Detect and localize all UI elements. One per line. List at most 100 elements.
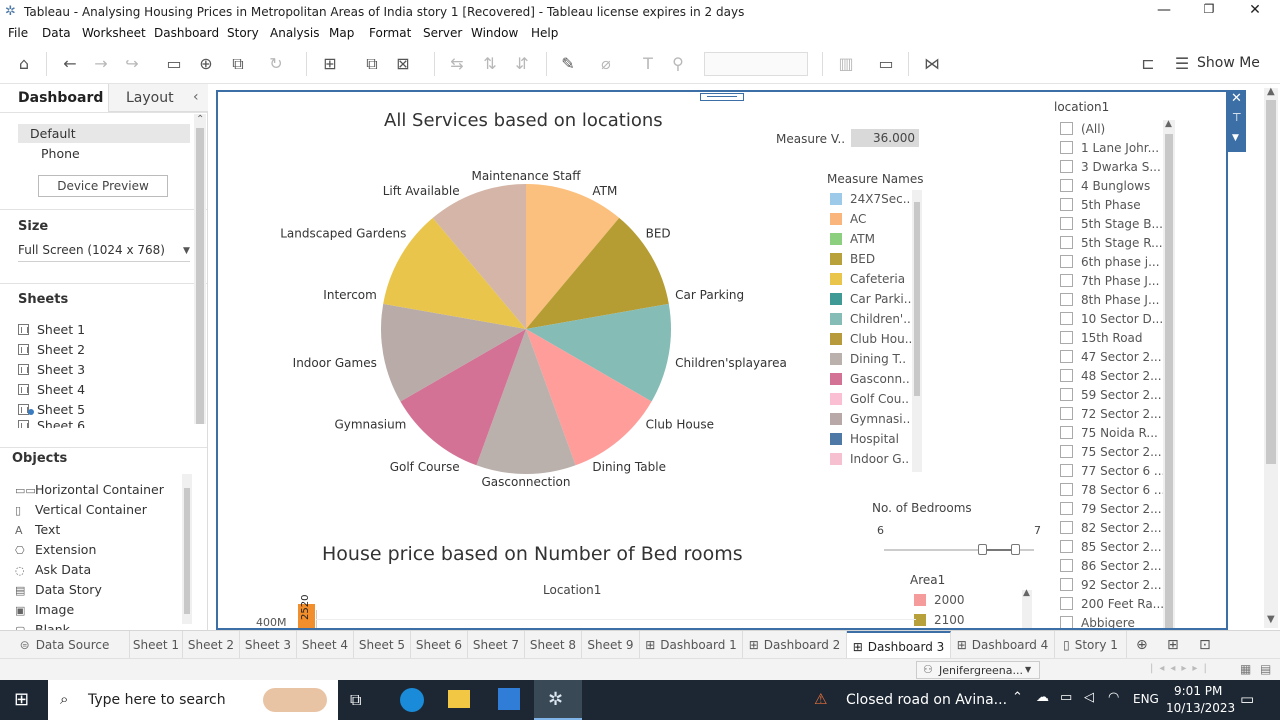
checkbox[interactable]	[1060, 350, 1073, 363]
checkbox[interactable]	[1060, 388, 1073, 401]
location-filter-item[interactable]: 200 Feet Ra...	[1060, 597, 1164, 611]
sheet-nav-icon[interactable]: |◂◂▸▸|	[1150, 663, 1213, 674]
location-filter-item[interactable]: 7th Phase J...	[1060, 274, 1159, 288]
area-legend-item[interactable]: 2000	[914, 593, 965, 607]
user-menu[interactable]: ⚇ Jenifergreena... ▼	[916, 661, 1040, 679]
tableau-taskbar-button[interactable]: ✲	[534, 680, 582, 720]
tab-sheet[interactable]: Sheet 2	[183, 631, 240, 658]
tab-dashboard[interactable]: ⊞ Dashboard 2	[743, 631, 847, 658]
more-options-chevron-down-icon[interactable]: ▼	[1232, 133, 1239, 143]
menu-file[interactable]: File	[8, 26, 28, 40]
location-filter-item[interactable]: 75 Sector 2...	[1060, 445, 1162, 459]
volume-icon[interactable]: ◁	[1084, 690, 1094, 705]
sheet-item[interactable]: Sheet 6	[18, 420, 85, 428]
checkbox[interactable]	[1060, 578, 1073, 591]
menu-analysis[interactable]: Analysis	[270, 26, 319, 40]
location-filter-item[interactable]: 79 Sector 2...	[1060, 502, 1162, 516]
new-worksheet-icon[interactable]: ⊞	[320, 54, 340, 73]
tab-sheet[interactable]: Sheet 3	[240, 631, 297, 658]
area-legend-item[interactable]: 2100	[914, 613, 965, 627]
size-dropdown[interactable]: Full Screen (1024 x 768)	[18, 243, 165, 257]
tab-story[interactable]: ▯ Story 1	[1055, 631, 1127, 658]
checkbox[interactable]	[1060, 122, 1073, 135]
tab-sheet[interactable]: Sheet 1	[130, 631, 183, 658]
tab-sheet[interactable]: Sheet 5	[354, 631, 411, 658]
show-labels-icon[interactable]: T	[638, 54, 658, 73]
cards-icon[interactable]: ▥	[836, 54, 856, 73]
swap-icon[interactable]: ⇆	[447, 54, 467, 73]
location-filter-item[interactable]: 6th phase j...	[1060, 255, 1160, 269]
checkbox[interactable]	[1060, 521, 1073, 534]
tab-dashboard[interactable]: Dashboard	[18, 90, 103, 106]
fix-axes-icon[interactable]: ⚲	[668, 54, 688, 73]
checkbox[interactable]	[1060, 160, 1073, 173]
bedrooms-slider-max-handle[interactable]	[1011, 544, 1020, 555]
taskbar-search-box[interactable]: ⌕ Type here to search	[48, 680, 338, 720]
pin-icon[interactable]: ⊤	[1232, 111, 1242, 124]
minimize-button[interactable]: —	[1144, 2, 1184, 22]
checkbox[interactable]	[1060, 312, 1073, 325]
measure-value-box[interactable]: 36.000	[851, 129, 919, 147]
measure-legend-item[interactable]: BED	[830, 252, 875, 266]
tab-sheet[interactable]: Sheet 8	[525, 631, 582, 658]
sheet-item[interactable]: Sheet 3	[18, 362, 85, 377]
tab-data-source[interactable]: ⊜ Data Source	[0, 631, 130, 658]
tab-dashboard[interactable]: ⊞ Dashboard 4	[951, 631, 1055, 658]
measure-legend-item[interactable]: Hospital	[830, 432, 899, 446]
location-filter-item[interactable]: 78 Sector 6 ...	[1060, 483, 1165, 497]
pause-updates-icon[interactable]: ⧉	[228, 54, 248, 74]
bedrooms-slider-min-handle[interactable]	[978, 544, 987, 555]
checkbox[interactable]	[1060, 179, 1073, 192]
scroll-up-icon[interactable]: ⌃	[196, 114, 204, 125]
home-icon[interactable]: ⌂	[14, 54, 34, 73]
location-filter-item[interactable]: 5th Phase	[1060, 198, 1141, 212]
checkbox[interactable]	[1060, 597, 1073, 610]
location-filter-item[interactable]: 86 Sector 2...	[1060, 559, 1162, 573]
refresh-icon[interactable]: ↻	[266, 54, 286, 73]
tabs-view-icon[interactable]: ▤	[1260, 662, 1271, 676]
close-button[interactable]: ✕	[1235, 2, 1275, 22]
object-blank[interactable]: ▢Blank	[15, 622, 70, 630]
location-filter-item[interactable]: 59 Sector 2...	[1060, 388, 1162, 402]
sort-ascending-icon[interactable]: ⇅	[480, 54, 500, 73]
device-preview-button[interactable]: Device Preview	[38, 175, 168, 197]
sheet-item[interactable]: Sheet 4	[18, 382, 85, 397]
filmstrip-icon[interactable]: ▦	[1240, 662, 1251, 676]
location-filter-item[interactable]: 1 Lane Johr...	[1060, 141, 1159, 155]
menu-worksheet[interactable]: Worksheet	[82, 26, 146, 40]
measure-legend-item[interactable]: ATM	[830, 232, 875, 246]
edge-icon[interactable]	[400, 688, 424, 712]
measure-legend-item[interactable]: AC	[830, 212, 866, 226]
new-dashboard-icon[interactable]: ⊞	[1167, 637, 1179, 653]
collapse-panel-icon[interactable]: ‹	[193, 89, 199, 105]
menu-help[interactable]: Help	[531, 26, 558, 40]
location-filter-item[interactable]: 72 Sector 2...	[1060, 407, 1162, 421]
menu-story[interactable]: Story	[227, 26, 259, 40]
menu-window[interactable]: Window	[471, 26, 518, 40]
checkbox[interactable]	[1060, 483, 1073, 496]
battery-icon[interactable]: ▭	[1060, 690, 1072, 705]
measure-legend-item[interactable]: Dining T..	[830, 352, 906, 366]
scroll-up-icon[interactable]: ▲	[1023, 588, 1030, 598]
maximize-button[interactable]: ❐	[1189, 2, 1229, 22]
location-filter-item[interactable]: 10 Sector D...	[1060, 312, 1163, 326]
clear-sheet-icon[interactable]: ⊠	[393, 54, 413, 73]
show-me-icon[interactable]: ☰	[1172, 54, 1192, 73]
measure-legend-item[interactable]: 24X7Sec..	[830, 192, 910, 206]
measure-legend-item[interactable]: Golf Cou..	[830, 392, 909, 406]
measure-legend-item[interactable]: Gasconn..	[830, 372, 910, 386]
task-view-icon[interactable]: ⧉	[350, 690, 361, 710]
checkbox[interactable]	[1060, 293, 1073, 306]
location-filter-item[interactable]: 5th Stage R...	[1060, 236, 1163, 250]
location-filter-item[interactable]: 77 Sector 6 ...	[1060, 464, 1165, 478]
replay-icon[interactable]: ↪	[122, 54, 142, 73]
file-explorer-icon[interactable]	[448, 690, 470, 708]
presentation-icon[interactable]: ▭	[876, 54, 896, 73]
checkbox[interactable]	[1060, 369, 1073, 382]
onedrive-icon[interactable]: ☁	[1036, 690, 1049, 705]
measure-legend-item[interactable]: Children'..	[830, 312, 911, 326]
new-story-icon[interactable]: ⊡	[1199, 637, 1211, 653]
sheet-item[interactable]: Sheet 1	[18, 322, 85, 337]
checkbox[interactable]	[1060, 559, 1073, 572]
location-filter-item[interactable]: 82 Sector 2...	[1060, 521, 1162, 535]
